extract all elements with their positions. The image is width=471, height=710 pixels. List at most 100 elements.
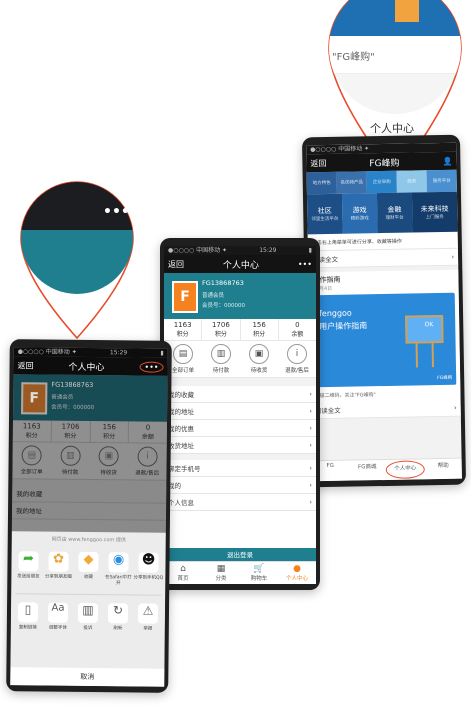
- guide-banner[interactable]: fenggoo 用户操作指南 OK FG峰购: [312, 292, 457, 388]
- home-icon: ⌂: [180, 564, 186, 574]
- stat-4[interactable]: 0 余额: [279, 319, 316, 340]
- nav-title: 个人中心: [222, 260, 259, 271]
- tab-cart[interactable]: 🛒 购物车: [240, 562, 278, 584]
- refund-button[interactable]: i 退款/售后: [128, 443, 167, 479]
- read-more-1[interactable]: 阅读全文 ›: [307, 248, 459, 269]
- all-orders-button[interactable]: ▤ 全部订单: [12, 442, 51, 478]
- pending-payment-button[interactable]: ▥ 待付款: [51, 443, 90, 479]
- box-icon: ▣: [98, 446, 119, 467]
- list-item[interactable]: 绑定手机号 ›: [164, 460, 316, 477]
- send-to-friend-button[interactable]: ➦ 发送给朋友: [13, 548, 43, 588]
- pending-receipt-button[interactable]: ▣ 待收货: [89, 443, 128, 479]
- tab-help[interactable]: 帮助: [425, 459, 462, 480]
- profile-name: FG13868763: [51, 380, 94, 390]
- stat-3[interactable]: 156 积分: [90, 421, 130, 443]
- profile-id: 会员号：000000: [51, 404, 95, 412]
- font-size-button[interactable]: Aa 调整字体: [43, 600, 73, 634]
- stat-2[interactable]: 1706 积分: [202, 319, 241, 340]
- tile-keji[interactable]: 未来科技 上门服务: [411, 191, 458, 233]
- safari-icon: ◉: [108, 552, 129, 573]
- wallet-icon: ▥: [60, 445, 81, 466]
- banner-title: fenggoo: [318, 308, 352, 319]
- tile-shequ[interactable]: 社区 邻里生活平台: [306, 193, 343, 235]
- box-icon: ▣: [249, 344, 269, 364]
- phone-left: ●○○○○ 中国移动 ✦ 15:29 ▮ 返回 个人中心 ••• F FG138…: [6, 339, 172, 693]
- tab-category[interactable]: ▦ 分类: [202, 562, 240, 584]
- tab-personal-center[interactable]: ● 个人中心: [278, 562, 316, 584]
- banner-ok: OK: [424, 321, 434, 329]
- tab-personal-center[interactable]: 个人中心: [385, 460, 425, 479]
- stat-1[interactable]: 1163 积分: [12, 420, 52, 442]
- share-sheet: 网页由 www.fenggoo.com 提供 ➦ 发送给朋友 ✿ 分享到朋友圈 ◆ 收…: [10, 531, 166, 687]
- user-icon[interactable]: 👤: [442, 156, 452, 165]
- qr-hint: 扫描二维码，关注"FG峰购": [314, 392, 376, 400]
- stat-4[interactable]: 0 余额: [129, 421, 167, 442]
- stat-3[interactable]: 156 积分: [241, 319, 279, 340]
- cancel-button[interactable]: 取消: [10, 667, 165, 687]
- open-safari-button[interactable]: ◉ 在Safari中打开: [103, 549, 133, 589]
- qq-icon: ☻: [138, 552, 159, 573]
- cart-icon: 🛒: [253, 564, 265, 574]
- callout-top-text: "FG峰购": [332, 52, 375, 63]
- list-item[interactable]: 我的地址: [11, 502, 167, 521]
- banner-subtitle: 用户操作指南: [319, 321, 368, 332]
- orders-icon: ▤: [21, 445, 42, 466]
- list-item[interactable]: 我的地址 ›: [164, 403, 316, 420]
- tile-top-5[interactable]: 服务平台: [426, 169, 457, 193]
- copy-link-button[interactable]: ▯ 复制链接: [13, 599, 43, 633]
- stat-1[interactable]: 1163 积分: [164, 319, 203, 340]
- share-moments-button[interactable]: ✿ 分享到朋友圈: [43, 549, 73, 589]
- list-item[interactable]: 我的收藏 ›: [164, 386, 316, 403]
- pending-payment-button[interactable]: ▥ 待付款: [202, 341, 240, 377]
- profile-name: FG13868763: [202, 279, 244, 287]
- list-item[interactable]: 我的 ›: [164, 477, 316, 494]
- tile-youxi[interactable]: 游戏 精彩游戏: [341, 193, 378, 234]
- status-time: 15:29: [259, 247, 277, 254]
- tile-top-1[interactable]: 地方特色: [306, 171, 337, 195]
- cube-icon: ◆: [78, 551, 99, 573]
- share-qq-button[interactable]: ☻ 分享到手机QQ: [133, 549, 163, 589]
- tab-home[interactable]: ⌂ 首页: [164, 562, 202, 584]
- status-left: ●○○○○ 中国移动 ✦: [17, 348, 77, 356]
- list-item[interactable]: 收货地址 ›: [164, 437, 316, 454]
- list-item[interactable]: 我的收藏: [12, 485, 167, 504]
- callout-left-dots: •••: [103, 204, 130, 220]
- more-button[interactable]: •••: [298, 260, 312, 269]
- orders-icon: ▤: [173, 344, 193, 364]
- list-item[interactable]: 我的优惠 ›: [164, 420, 316, 437]
- back-button[interactable]: 返回: [18, 360, 34, 371]
- back-button[interactable]: 返回: [310, 157, 326, 168]
- logout-button[interactable]: 退出登录: [164, 548, 316, 562]
- back-button[interactable]: 返回: [168, 259, 184, 270]
- list-item[interactable]: 个人信息 ›: [164, 494, 316, 511]
- book-icon: ▥: [77, 602, 99, 624]
- tile-jinrong[interactable]: 金融 理财平台: [376, 192, 413, 234]
- profile-header: F FG13868763 普通会员 会员号：000000: [164, 273, 316, 319]
- font-icon: Aa: [47, 602, 69, 623]
- tile-top-4[interactable]: 商务: [396, 170, 427, 193]
- refund-button[interactable]: i 退款/售后: [278, 341, 316, 377]
- stat-2[interactable]: 1706 积分: [51, 420, 91, 443]
- easel-legs: [415, 341, 434, 368]
- refresh-button[interactable]: ↻ 刷新: [103, 600, 133, 634]
- status-time: 15:29: [109, 349, 128, 357]
- share-title: 网页由 www.fenggoo.com 提供: [51, 536, 126, 544]
- tile-top-2[interactable]: 名优特产品: [336, 171, 367, 194]
- read-more-2[interactable]: 阅读全文 ›: [310, 399, 461, 420]
- pending-receipt-button[interactable]: ▣ 待收货: [240, 341, 278, 377]
- tile-top-3[interactable]: 企业采购: [366, 170, 397, 194]
- more-button[interactable]: •••: [139, 361, 164, 373]
- phone-right: ●○○○○ 中国移动 ✦ 返回 FG峰购 👤 地方特色 名优特产品 企业采购 商…: [301, 134, 467, 488]
- phone-middle: ●○○○○ 中国移动 ✦ 15:29 ▮ 返回 个人中心 ••• F FG138…: [160, 238, 320, 590]
- moments-icon: ✿: [48, 551, 69, 572]
- report-button[interactable]: ⚠ 举报: [133, 600, 163, 634]
- favorite-button[interactable]: ◆ 收藏: [73, 549, 103, 589]
- status-left: ●○○○○ 中国移动 ✦: [310, 145, 370, 154]
- tab-fg-mall[interactable]: FG商城: [349, 460, 386, 481]
- easel-icon: [405, 314, 444, 344]
- complain-button[interactable]: ▥ 投诉: [73, 600, 103, 634]
- document-icon: ▯: [17, 602, 39, 623]
- profile-id: 会员号：000000: [202, 303, 245, 309]
- nav-title: FG峰购: [369, 158, 400, 169]
- avatar: F: [21, 382, 48, 415]
